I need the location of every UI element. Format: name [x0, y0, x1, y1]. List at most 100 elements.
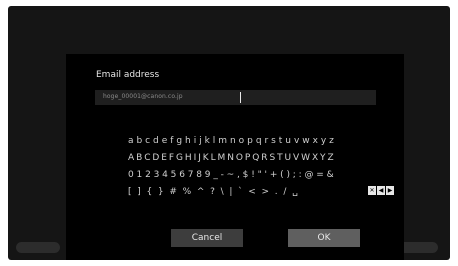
keyboard-key[interactable]: p	[247, 134, 253, 148]
keyboard-key[interactable]: $	[243, 168, 249, 182]
keyboard-key[interactable]: Q	[252, 151, 259, 165]
keyboard-key[interactable]: .	[275, 185, 278, 199]
keyboard-key[interactable]: P	[245, 151, 250, 165]
keyboard-key[interactable]: ?	[210, 185, 215, 199]
keyboard-key[interactable]: d	[153, 134, 159, 148]
keyboard-key[interactable]: I	[194, 151, 197, 165]
keyboard-key[interactable]: =	[316, 168, 324, 182]
keyboard-key[interactable]: 2	[145, 168, 151, 182]
keyboard-key[interactable]: ;	[293, 168, 296, 182]
keyboard-key[interactable]: O	[236, 151, 243, 165]
keyboard-key[interactable]: X	[312, 151, 318, 165]
keyboard-key[interactable]: K	[203, 151, 209, 165]
keyboard-key[interactable]: u	[285, 134, 291, 148]
keyboard-key[interactable]: "	[258, 168, 262, 182]
keyboard-key[interactable]: @	[304, 168, 313, 182]
keyboard-key[interactable]: 8	[196, 168, 202, 182]
keyboard-key[interactable]: #	[169, 185, 177, 199]
keyboard-key[interactable]: )	[286, 168, 290, 182]
keyboard-key[interactable]: [	[128, 185, 132, 199]
keyboard-key[interactable]: a	[128, 134, 134, 148]
keyboard-key[interactable]: 1	[137, 168, 143, 182]
keyboard-key[interactable]: D	[152, 151, 159, 165]
keyboard-key[interactable]: \	[221, 185, 224, 199]
keyboard-key[interactable]: f	[170, 134, 173, 148]
keyboard-key[interactable]: U	[285, 151, 292, 165]
keyboard-key[interactable]: i	[194, 134, 197, 148]
keyboard-key[interactable]: ~	[227, 168, 235, 182]
keyboard-key[interactable]: Y	[320, 151, 326, 165]
keyboard-key[interactable]: !	[251, 168, 255, 182]
keyboard-key[interactable]: L	[211, 151, 216, 165]
keyboard-key[interactable]: l	[213, 134, 216, 148]
keyboard-key[interactable]: }	[158, 185, 164, 199]
keyboard-key[interactable]: G	[176, 151, 183, 165]
left-arrow-icon[interactable]: ◀	[377, 186, 385, 195]
keyboard-key[interactable]: &	[327, 168, 334, 182]
keyboard-key[interactable]: 4	[162, 168, 168, 182]
keyboard-key[interactable]: /	[283, 185, 286, 199]
keyboard-key[interactable]: c	[145, 134, 150, 148]
keyboard-key[interactable]: B	[136, 151, 142, 165]
keyboard-key[interactable]: m	[218, 134, 227, 148]
keyboard-key[interactable]: E	[161, 151, 167, 165]
keyboard-key[interactable]: z	[329, 134, 334, 148]
keyboard-key[interactable]: V	[293, 151, 299, 165]
keyboard-key[interactable]: 6	[179, 168, 185, 182]
keyboard-key[interactable]: F	[169, 151, 174, 165]
keyboard-key[interactable]: b	[136, 134, 142, 148]
keyboard-key[interactable]: 0	[128, 168, 134, 182]
keyboard-key[interactable]: `	[238, 185, 243, 199]
keyboard-key[interactable]: q	[256, 134, 262, 148]
keyboard-key[interactable]: 7	[188, 168, 194, 182]
keyboard-key[interactable]: 3	[154, 168, 160, 182]
keyboard-key[interactable]: o	[239, 134, 245, 148]
keyboard-key[interactable]: ^	[197, 185, 205, 199]
keyboard-key[interactable]: g	[176, 134, 182, 148]
right-arrow-icon[interactable]: ▶	[386, 186, 394, 195]
keyboard-key[interactable]: :	[299, 168, 302, 182]
keyboard-key[interactable]: _	[213, 168, 218, 182]
email-field[interactable]: hoge_00001@canon.co.jp	[95, 90, 376, 105]
keyboard-key[interactable]: ,	[237, 168, 240, 182]
keyboard-key[interactable]: +	[270, 168, 278, 182]
keyboard-key[interactable]: %	[183, 185, 192, 199]
keyboard-key[interactable]: T	[277, 151, 283, 165]
keyboard-key[interactable]: >	[262, 185, 270, 199]
keyboard-key[interactable]: W	[301, 151, 310, 165]
keyboard-key[interactable]: C	[144, 151, 150, 165]
keyboard-key[interactable]: k	[205, 134, 210, 148]
keyboard-key[interactable]: 5	[171, 168, 177, 182]
keyboard-key[interactable]: Z	[327, 151, 333, 165]
keyboard-key[interactable]: x	[313, 134, 318, 148]
keyboard-key[interactable]: w	[302, 134, 309, 148]
keyboard-key[interactable]: n	[230, 134, 236, 148]
keyboard-key[interactable]: (	[280, 168, 284, 182]
keyboard-key[interactable]: y	[321, 134, 326, 148]
keyboard-key[interactable]: {	[146, 185, 152, 199]
keyboard-key[interactable]: <	[248, 185, 256, 199]
keyboard-key[interactable]: M	[218, 151, 226, 165]
delete-icon[interactable]: ✕	[368, 186, 376, 195]
keyboard-key[interactable]: |	[229, 185, 232, 199]
ok-button[interactable]: OK	[288, 229, 360, 247]
keyboard-key[interactable]: '	[265, 168, 267, 182]
keyboard-key[interactable]: S	[269, 151, 275, 165]
keyboard-key[interactable]: e	[162, 134, 168, 148]
keyboard-key[interactable]: R	[261, 151, 267, 165]
keyboard-key[interactable]: ␣	[292, 185, 298, 199]
keyboard-key[interactable]: N	[227, 151, 234, 165]
keyboard-key[interactable]: h	[185, 134, 191, 148]
keyboard-key[interactable]: -	[221, 168, 224, 182]
keyboard-key[interactable]: ]	[137, 185, 141, 199]
keyboard-key[interactable]: H	[185, 151, 192, 165]
keyboard-key[interactable]: J	[198, 151, 201, 165]
keyboard-key[interactable]: 9	[205, 168, 211, 182]
keyboard-key[interactable]: r	[264, 134, 268, 148]
keyboard-key[interactable]: s	[271, 134, 276, 148]
cancel-button[interactable]: Cancel	[171, 229, 243, 247]
keyboard-key[interactable]: v	[294, 134, 299, 148]
keyboard-key[interactable]: j	[199, 134, 202, 148]
keyboard-key[interactable]: t	[279, 134, 283, 148]
keyboard-key[interactable]: A	[128, 151, 134, 165]
